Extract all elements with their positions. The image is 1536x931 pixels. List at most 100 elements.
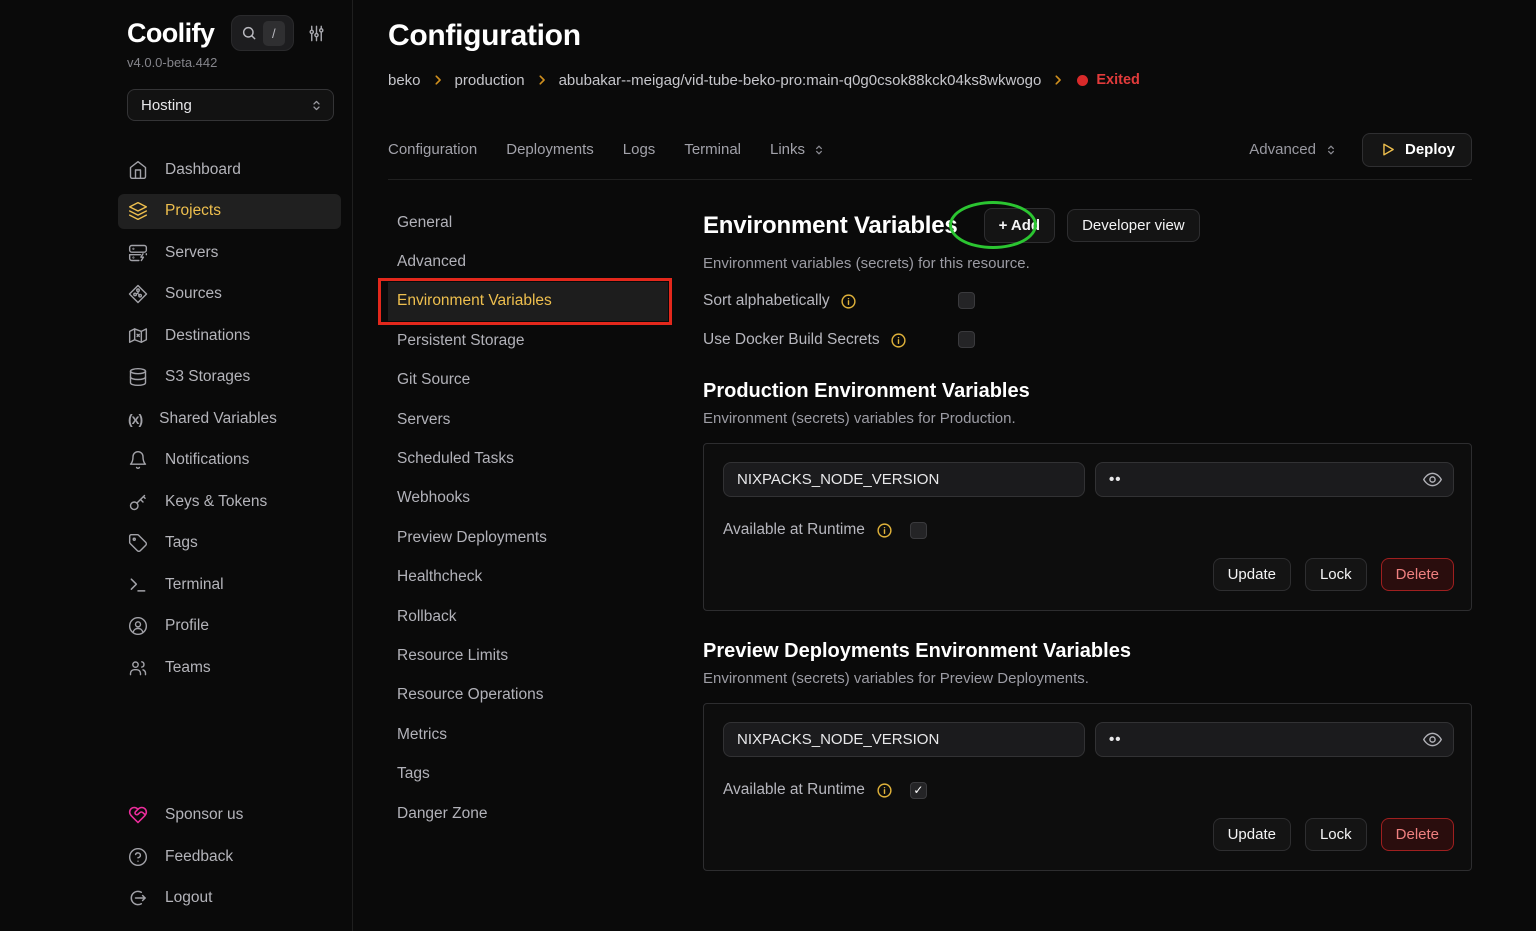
sliders-icon <box>307 24 326 43</box>
app-version: v4.0.0-beta.442 <box>127 55 334 70</box>
available-at-runtime-checkbox[interactable] <box>910 522 927 539</box>
delete-button[interactable]: Delete <box>1381 558 1454 591</box>
chevron-updown-icon <box>812 143 826 157</box>
variable-name-input[interactable] <box>723 722 1085 757</box>
subnav-item-healthcheck[interactable]: Healthcheck <box>388 558 668 597</box>
tab-label: Terminal <box>684 141 741 158</box>
docker-build-secrets-checkbox[interactable] <box>958 331 975 348</box>
preview-section-subtitle: Environment (secrets) variables for Prev… <box>703 669 1472 688</box>
database-icon <box>128 367 148 387</box>
breadcrumb-environment[interactable]: production <box>455 72 525 89</box>
reveal-value-button[interactable] <box>1422 469 1443 490</box>
subnav-item-webhooks[interactable]: Webhooks <box>388 479 668 518</box>
subnav-item-persistent-storage[interactable]: Persistent Storage <box>388 321 668 360</box>
chevron-right-icon <box>431 73 445 87</box>
breadcrumb-resource[interactable]: abubakar--meigag/vid-tube-beko-pro:main-… <box>559 72 1042 89</box>
deploy-button[interactable]: Deploy <box>1362 133 1472 167</box>
info-icon[interactable] <box>876 522 893 539</box>
subnav-item-tags[interactable]: Tags <box>388 754 668 793</box>
variable-value-input[interactable] <box>1095 722 1454 757</box>
sidebar-item-tags[interactable]: Tags <box>0 523 352 565</box>
subnav-item-resource-operations[interactable]: Resource Operations <box>388 676 668 715</box>
sidebar-item-profile[interactable]: Profile <box>0 606 352 648</box>
tab-configuration[interactable]: Configuration <box>388 141 477 158</box>
sidebar-item-keys-tokens[interactable]: Keys & Tokens <box>0 481 352 523</box>
available-at-runtime-row: Available at Runtime <box>723 521 1454 539</box>
subnav-item-scheduled-tasks[interactable]: Scheduled Tasks <box>388 439 668 478</box>
sidebar-item-label: Projects <box>165 202 221 220</box>
subnav-item-servers[interactable]: Servers <box>388 400 668 439</box>
chevron-updown-icon <box>309 98 324 113</box>
search-icon <box>241 25 257 41</box>
sort-alphabetically-row: Sort alphabetically <box>703 290 1472 312</box>
sidebar-item-destinations[interactable]: Destinations <box>0 315 352 357</box>
info-icon[interactable] <box>840 293 857 310</box>
variable-name-input[interactable] <box>723 462 1085 497</box>
sidebar-item-logout[interactable]: Logout <box>0 878 352 920</box>
search-shortcut-key: / <box>263 21 285 46</box>
eye-icon <box>1422 469 1443 490</box>
add-variable-button[interactable]: + Add <box>984 208 1056 243</box>
developer-view-button[interactable]: Developer view <box>1067 209 1200 242</box>
delete-button[interactable]: Delete <box>1381 818 1454 851</box>
sidebar-item-s3-storages[interactable]: S3 Storages <box>0 357 352 399</box>
subnav-item-rollback[interactable]: Rollback <box>388 597 668 636</box>
info-icon[interactable] <box>876 782 893 799</box>
deploy-label: Deploy <box>1405 141 1455 158</box>
sidebar-footer: Sponsor us Feedback Logout <box>0 795 352 920</box>
sidebar-item-projects[interactable]: Projects <box>0 191 352 233</box>
page-header: Configuration beko production abubakar--… <box>388 0 1472 90</box>
update-button[interactable]: Update <box>1213 818 1291 851</box>
subnav-item-advanced[interactable]: Advanced <box>388 242 668 281</box>
search-button[interactable]: / <box>231 15 294 51</box>
app-logo: Coolify <box>127 18 214 49</box>
subnav-item-metrics[interactable]: Metrics <box>388 715 668 754</box>
available-at-runtime-checkbox[interactable] <box>910 782 927 799</box>
sort-alphabetically-checkbox[interactable] <box>958 292 975 309</box>
sidebar-item-notifications[interactable]: Notifications <box>0 440 352 482</box>
tab-deployments[interactable]: Deployments <box>506 141 594 158</box>
sidebar-item-servers[interactable]: Servers <box>0 232 352 274</box>
sidebar-item-sponsor-us[interactable]: Sponsor us <box>0 795 352 837</box>
sidebar-item-terminal[interactable]: Terminal <box>0 564 352 606</box>
sidebar-item-label: Shared Variables <box>159 410 277 428</box>
subnav-item-git-source[interactable]: Git Source <box>388 361 668 400</box>
settings-subnav: General Advanced Environment Variables P… <box>388 180 668 931</box>
sidebar-item-dashboard[interactable]: Dashboard <box>0 149 352 191</box>
main-area: Configuration beko production abubakar--… <box>353 0 1536 931</box>
sidebar-item-label: Logout <box>165 889 212 907</box>
lock-button[interactable]: Lock <box>1305 558 1367 591</box>
logout-icon <box>128 888 148 908</box>
sidebar-header: Coolify / v4.0.0-beta.442 Hosting <box>0 0 352 121</box>
info-icon[interactable] <box>890 332 907 349</box>
sidebar-item-sources[interactable]: Sources <box>0 274 352 316</box>
profile-icon <box>128 616 148 636</box>
tab-terminal[interactable]: Terminal <box>684 141 741 158</box>
breadcrumb-project[interactable]: beko <box>388 72 421 89</box>
tab-logs[interactable]: Logs <box>623 141 656 158</box>
env-variables-subtitle: Environment variables (secrets) for this… <box>703 254 1472 273</box>
advanced-dropdown[interactable]: Advanced <box>1249 141 1338 158</box>
team-selector[interactable]: Hosting <box>127 89 334 121</box>
settings-button[interactable] <box>307 24 326 43</box>
lock-button[interactable]: Lock <box>1305 818 1367 851</box>
subnav-item-danger-zone[interactable]: Danger Zone <box>388 794 668 833</box>
sidebar-item-teams[interactable]: Teams <box>0 647 352 689</box>
sidebar-item-label: Notifications <box>165 451 249 469</box>
tab-links[interactable]: Links <box>770 141 826 158</box>
sidebar-item-label: Sponsor us <box>165 806 243 824</box>
reveal-value-button[interactable] <box>1422 729 1443 750</box>
sidebar-item-shared-variables[interactable]: (x) Shared Variables <box>0 398 352 440</box>
sidebar: Coolify / v4.0.0-beta.442 Hosting <box>0 0 353 931</box>
terminal-icon <box>128 575 148 595</box>
variable-value-input[interactable] <box>1095 462 1454 497</box>
subnav-item-environment-variables[interactable]: Environment Variables <box>388 282 668 321</box>
production-section-title: Production Environment Variables <box>703 379 1472 403</box>
subnav-item-resource-limits[interactable]: Resource Limits <box>388 636 668 675</box>
home-icon <box>128 160 148 180</box>
sidebar-item-label: Terminal <box>165 576 224 594</box>
update-button[interactable]: Update <box>1213 558 1291 591</box>
subnav-item-general[interactable]: General <box>388 203 668 242</box>
sidebar-item-feedback[interactable]: Feedback <box>0 836 352 878</box>
subnav-item-preview-deployments[interactable]: Preview Deployments <box>388 518 668 557</box>
